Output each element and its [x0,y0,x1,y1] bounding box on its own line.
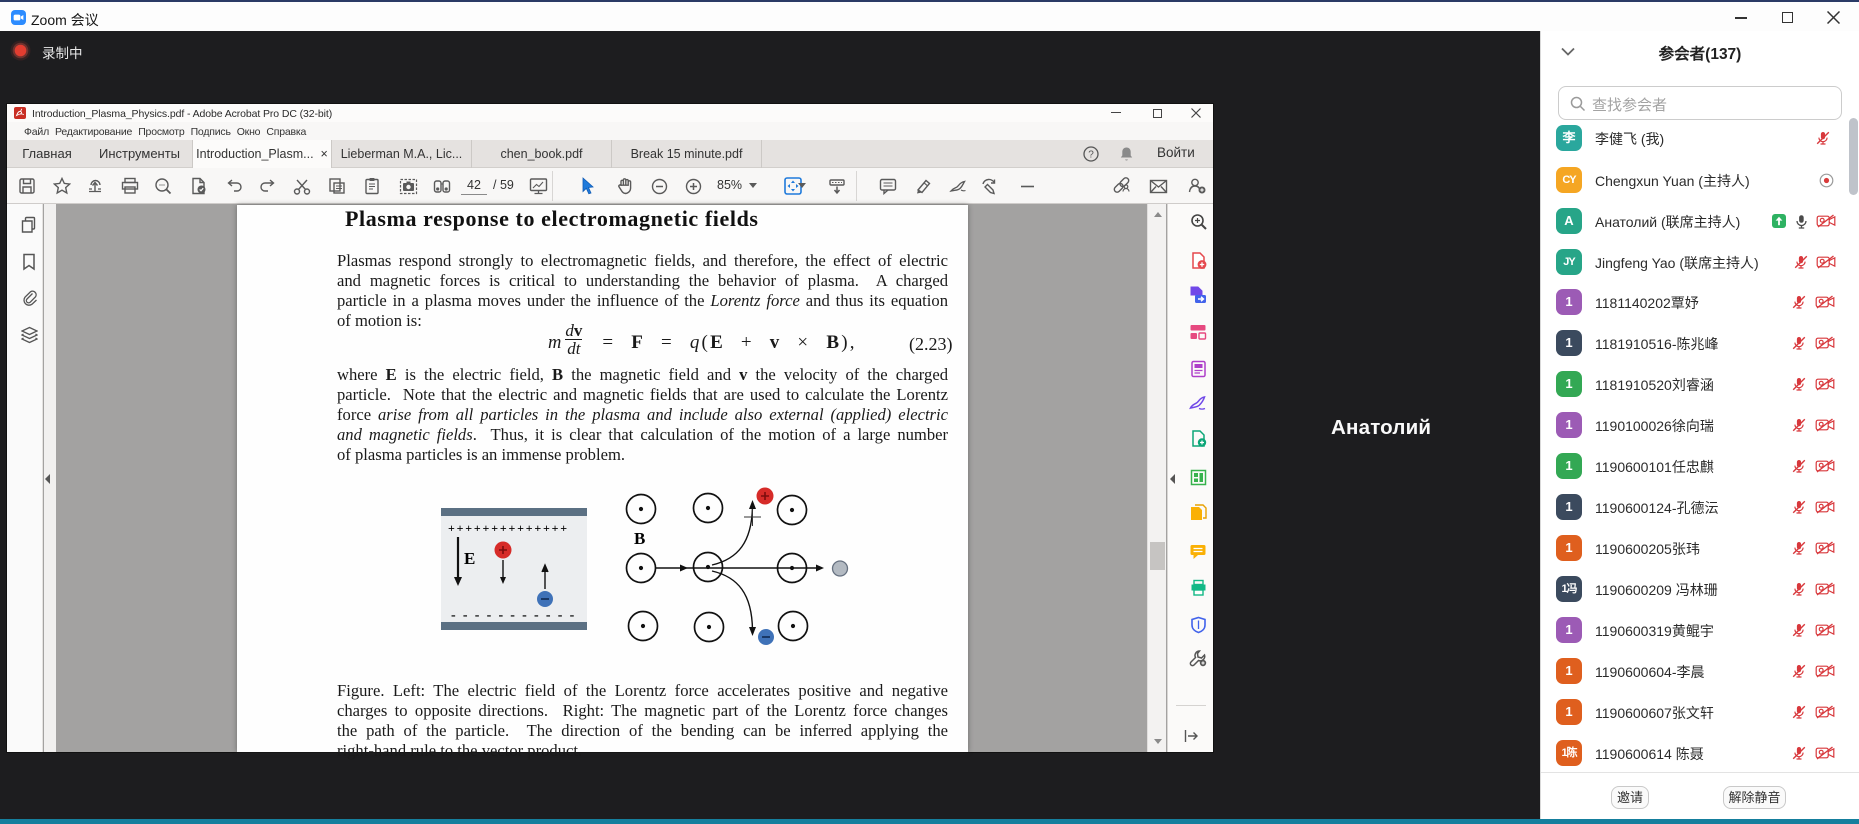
svg-text:B: B [634,529,645,548]
svg-text:?: ? [1088,150,1094,161]
svg-text:E: E [464,549,475,568]
svg-text:-----------: ----------- [451,608,581,623]
svg-text:++++++++++++++: ++++++++++++++ [448,521,569,535]
